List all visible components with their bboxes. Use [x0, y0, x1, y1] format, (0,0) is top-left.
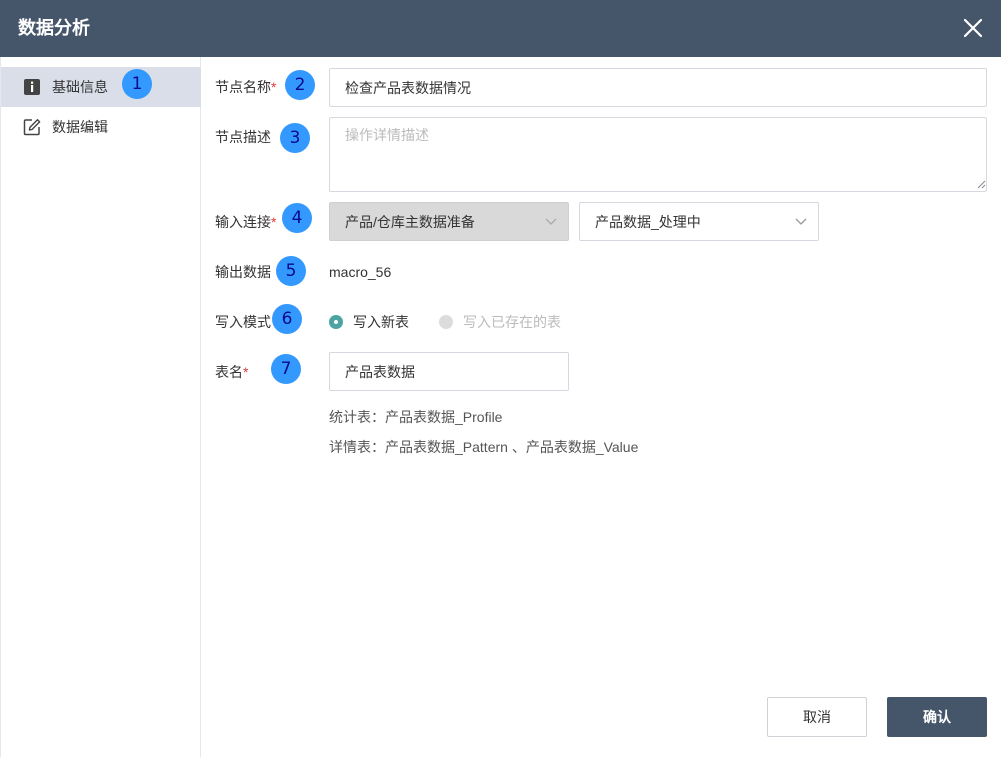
- close-icon[interactable]: [961, 16, 985, 40]
- output-data-label: 输出数据: [215, 264, 271, 280]
- node-name-label: 节点名称*: [215, 79, 277, 95]
- input-conn-select-source: 产品/仓库主数据准备: [329, 202, 569, 241]
- confirm-button[interactable]: 确认: [887, 697, 987, 737]
- required-mark: *: [271, 214, 277, 230]
- stats-table-text: 统计表：产品表数据_Profile: [329, 409, 503, 425]
- dialog-title: 数据分析: [18, 18, 90, 38]
- node-desc-textarea[interactable]: [329, 117, 987, 192]
- select-value: 产品数据_处理中: [595, 214, 701, 230]
- table-name-label: 表名*: [215, 364, 249, 380]
- chevron-down-icon: [544, 216, 558, 228]
- chevron-down-icon: [794, 216, 808, 228]
- required-mark: *: [271, 79, 277, 95]
- info-icon: [23, 78, 41, 96]
- step-badge: 4: [282, 203, 312, 233]
- step-badge: 3: [280, 123, 310, 153]
- radio-write-new[interactable]: [329, 315, 343, 329]
- sidebar-item-basic-info[interactable]: 基础信息: [1, 67, 201, 107]
- resize-grip-icon[interactable]: [976, 179, 986, 189]
- output-data-value: macro_56: [329, 264, 392, 280]
- step-badge: 7: [271, 354, 301, 384]
- detail-table-text: 详情表：产品表数据_Pattern 、产品表数据_Value: [329, 439, 639, 455]
- required-mark: *: [243, 364, 249, 380]
- sidebar-item-data-edit[interactable]: 数据编辑: [1, 107, 201, 147]
- table-name-input[interactable]: [329, 352, 569, 391]
- cancel-button[interactable]: 取消: [767, 697, 867, 737]
- node-desc-label: 节点描述: [215, 129, 271, 145]
- write-mode-label: 写入模式: [215, 314, 271, 330]
- step-badge: 2: [285, 70, 315, 100]
- radio-write-new-label[interactable]: 写入新表: [353, 313, 409, 331]
- sidebar-item-label: 基础信息: [52, 79, 108, 95]
- step-badge: 6: [272, 304, 302, 334]
- input-conn-label: 输入连接*: [215, 214, 277, 230]
- step-badge: 5: [276, 256, 306, 286]
- step-badge: 1: [122, 69, 152, 99]
- edit-icon: [23, 118, 41, 136]
- sidebar: 基础信息 数据编辑: [0, 57, 201, 757]
- select-value: 产品/仓库主数据准备: [345, 214, 475, 230]
- dialog-header: 数据分析: [0, 0, 1001, 57]
- radio-write-existing: [439, 315, 453, 329]
- radio-write-existing-label: 写入已存在的表: [463, 314, 561, 330]
- input-conn-select-target[interactable]: 产品数据_处理中: [579, 202, 819, 241]
- node-name-input[interactable]: [329, 68, 987, 107]
- sidebar-item-label: 数据编辑: [52, 119, 108, 135]
